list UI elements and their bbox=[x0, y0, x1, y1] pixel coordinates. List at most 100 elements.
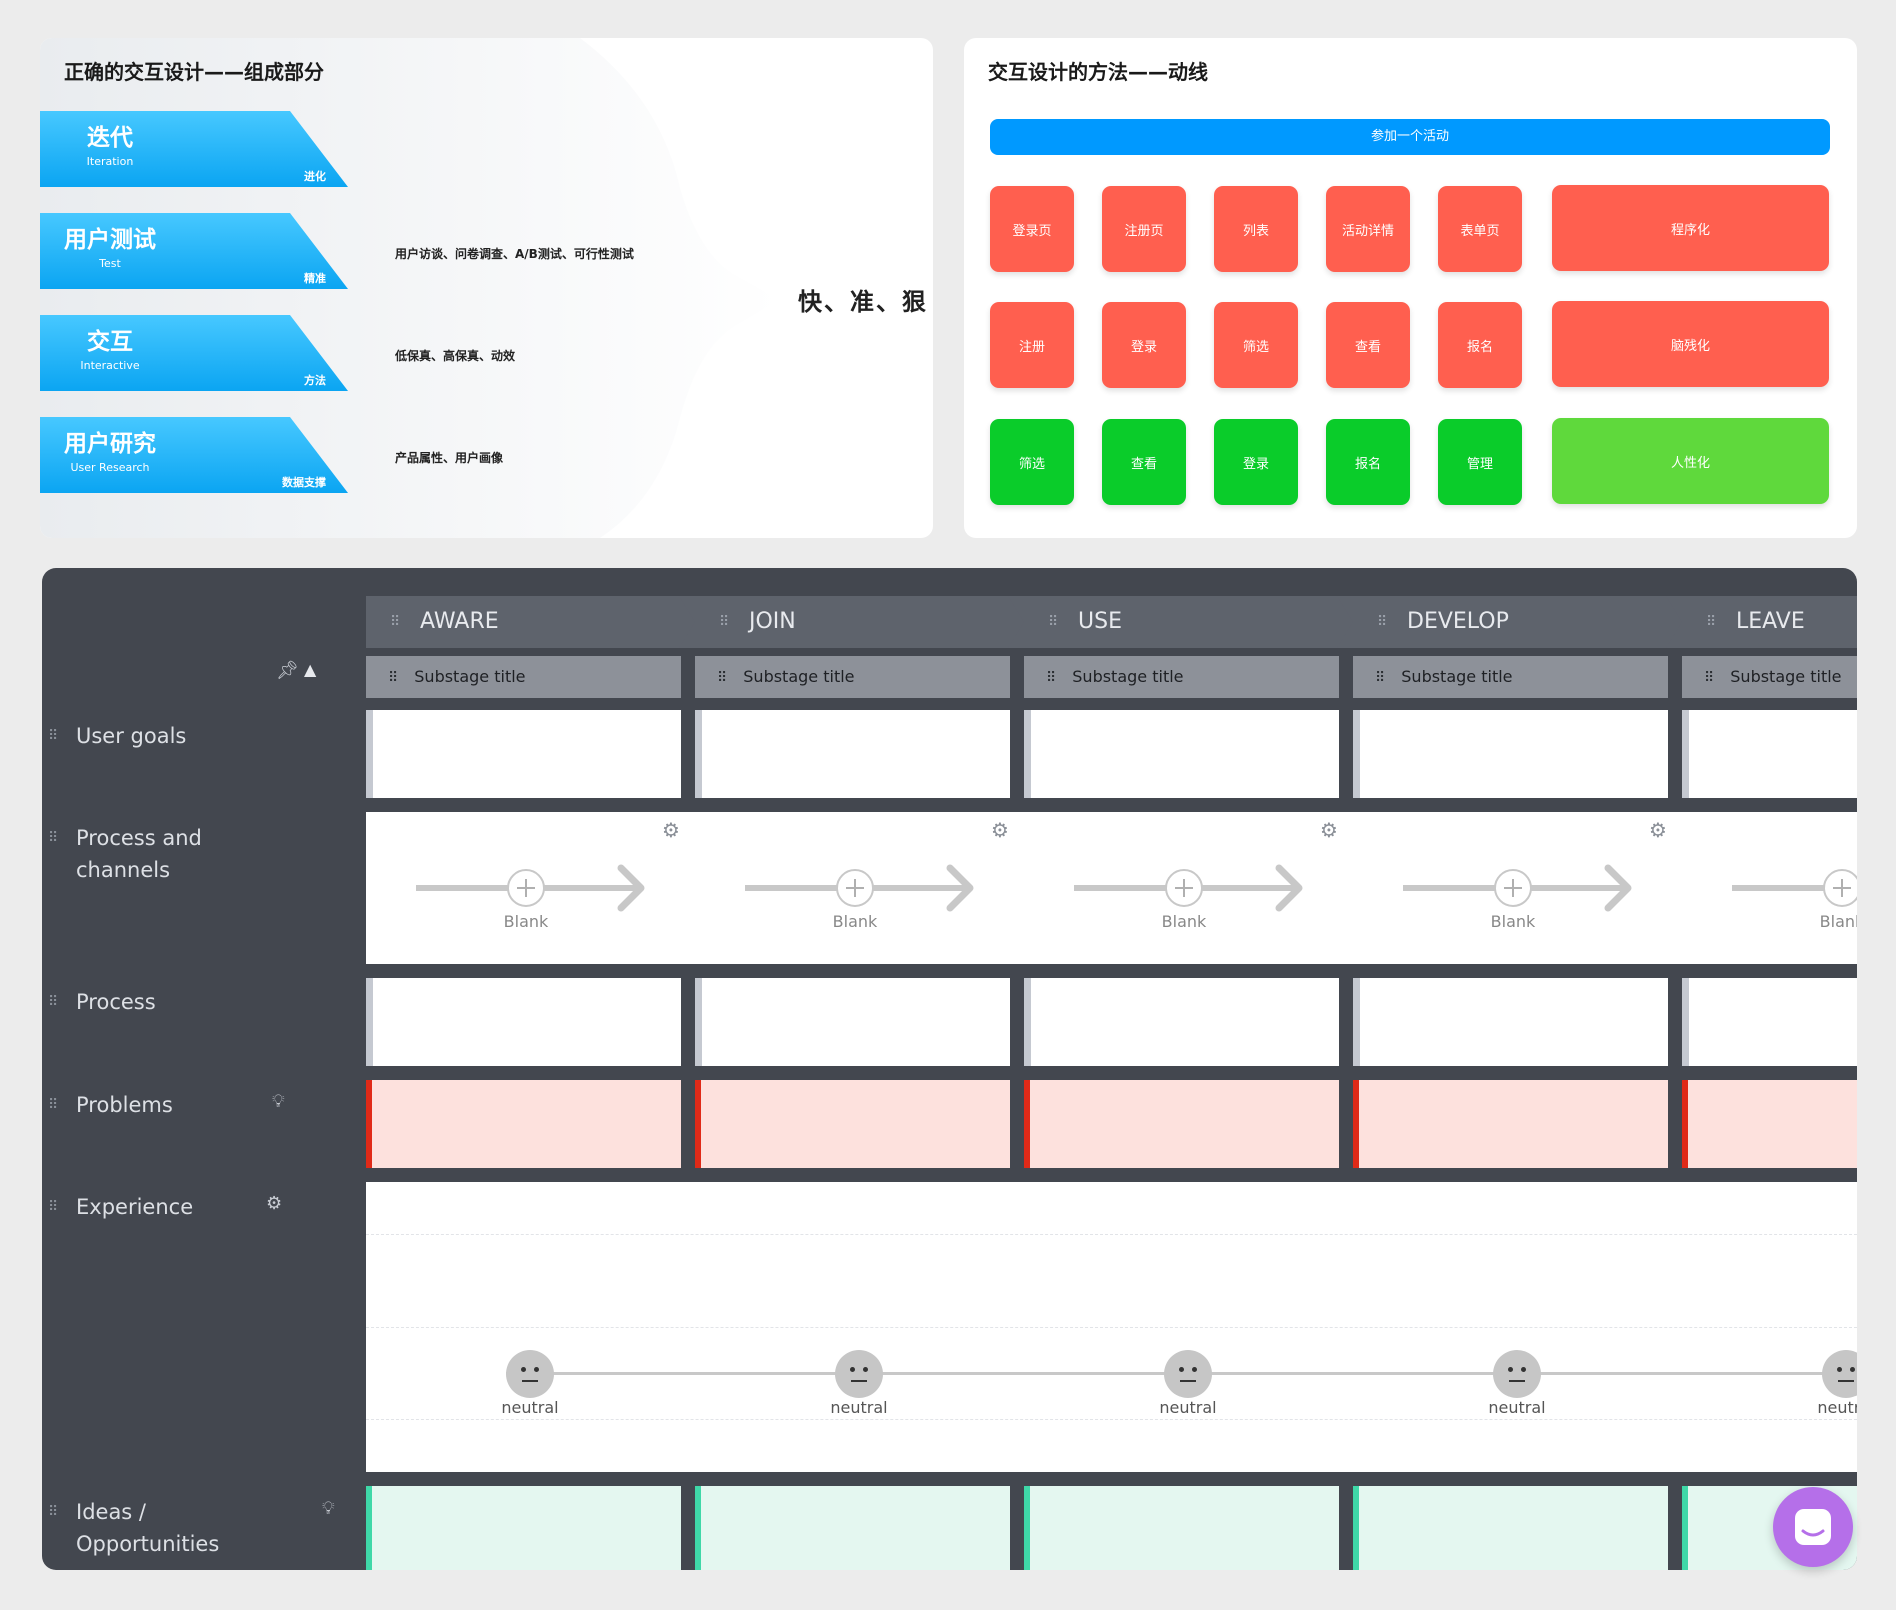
process-cell[interactable] bbox=[366, 978, 681, 1066]
drag-handle-icon[interactable]: ⠿ bbox=[48, 822, 58, 854]
user-goal-cell[interactable] bbox=[695, 710, 1010, 798]
problem-cell[interactable] bbox=[1353, 1080, 1668, 1168]
stage-header[interactable]: ⠿ DEVELOP bbox=[1353, 596, 1509, 648]
channel-arrow[interactable] bbox=[1074, 858, 1314, 918]
pin-icon[interactable]: 📌︎ bbox=[276, 660, 299, 681]
process-cell[interactable] bbox=[1682, 978, 1857, 1066]
drag-handle-icon[interactable]: ⠿ bbox=[48, 1089, 58, 1121]
process-cell[interactable] bbox=[1353, 978, 1668, 1066]
drag-handle-icon[interactable]: ⠿ bbox=[48, 1496, 58, 1528]
substage-header[interactable]: ⠿ Substage title bbox=[1353, 656, 1668, 698]
substage-header[interactable]: ⠿ Substage title bbox=[695, 656, 1010, 698]
idea-cell[interactable] bbox=[366, 1486, 681, 1570]
drag-handle-icon[interactable]: ⠿ bbox=[1704, 657, 1714, 699]
flow-step-tile[interactable]: 活动详情 bbox=[1326, 186, 1410, 272]
flow-step-tile[interactable]: 筛选 bbox=[1214, 302, 1298, 388]
flow-step-tile[interactable]: 注册 bbox=[990, 302, 1074, 388]
user-goal-cell[interactable] bbox=[1353, 710, 1668, 798]
neutral-face-icon[interactable] bbox=[1493, 1350, 1541, 1398]
substage-title: Substage title bbox=[743, 667, 855, 686]
substage-title: Substage title bbox=[1072, 667, 1184, 686]
problem-cell[interactable] bbox=[1024, 1080, 1339, 1168]
gear-icon[interactable]: ⚙ bbox=[991, 818, 1009, 842]
drag-handle-icon[interactable]: ⠿ bbox=[48, 986, 58, 1018]
drag-handle-icon[interactable]: ⠿ bbox=[1046, 657, 1056, 699]
process-cell[interactable] bbox=[695, 978, 1010, 1066]
flow-type-tile[interactable]: 脑残化 bbox=[1552, 301, 1829, 387]
channel-arrow[interactable] bbox=[745, 858, 985, 918]
stage-header[interactable]: ⠿ JOIN bbox=[695, 596, 796, 648]
flow-step-tile[interactable]: 注册页 bbox=[1102, 186, 1186, 272]
gear-icon[interactable]: ⚙ bbox=[1320, 818, 1338, 842]
channel-label: Blank bbox=[1819, 912, 1857, 931]
layer-description: 用户访谈、问卷调查、A/B测试、可行性测试 bbox=[395, 247, 634, 261]
drag-handle-icon[interactable]: ⠿ bbox=[1048, 596, 1060, 648]
substage-header[interactable]: ⠿ Substage title bbox=[1024, 656, 1339, 698]
row-label[interactable]: ⠿ User goals bbox=[48, 720, 276, 752]
drag-handle-icon[interactable]: ⠿ bbox=[390, 596, 402, 648]
stage-header[interactable]: ⠿ AWARE bbox=[366, 596, 499, 648]
row-label[interactable]: ⠿ Experience bbox=[48, 1191, 276, 1223]
drag-handle-icon[interactable]: ⠿ bbox=[719, 596, 731, 648]
lightbulb-icon[interactable]: 💡︎ bbox=[322, 1498, 335, 1519]
triangle-up-icon[interactable]: ▲ bbox=[304, 660, 316, 679]
lightbulb-icon[interactable]: 💡︎ bbox=[272, 1091, 285, 1112]
drag-handle-icon[interactable]: ⠿ bbox=[1375, 657, 1385, 699]
drag-handle-icon[interactable]: ⠿ bbox=[48, 1191, 58, 1223]
user-goal-cell[interactable] bbox=[1682, 710, 1857, 798]
flow-step-tile[interactable]: 登录 bbox=[1102, 302, 1186, 388]
substage-header[interactable]: ⠿ Substage title bbox=[366, 656, 681, 698]
process-cell[interactable] bbox=[1024, 978, 1339, 1066]
flow-step-tile[interactable]: 查看 bbox=[1102, 419, 1186, 505]
row-title: Process and channels bbox=[76, 826, 202, 882]
neutral-face-icon[interactable] bbox=[506, 1350, 554, 1398]
drag-handle-icon[interactable]: ⠿ bbox=[388, 657, 398, 699]
flow-type-tile[interactable]: 程序化 bbox=[1552, 185, 1829, 271]
activity-bar[interactable]: 参加一个活动 bbox=[990, 119, 1830, 155]
idea-cell[interactable] bbox=[1353, 1486, 1668, 1570]
flow-step-tile[interactable]: 报名 bbox=[1326, 419, 1410, 505]
flow-step-tile[interactable]: 管理 bbox=[1438, 419, 1522, 505]
flow-step-tile[interactable]: 表单页 bbox=[1438, 186, 1522, 272]
stage-title: LEAVE bbox=[1736, 609, 1805, 634]
funnel-layer: 用户研究 User Research 数据支撑 bbox=[40, 417, 350, 493]
flow-step-tile[interactable]: 筛选 bbox=[990, 419, 1074, 505]
drag-handle-icon[interactable]: ⠿ bbox=[1377, 596, 1389, 648]
user-goal-cell[interactable] bbox=[1024, 710, 1339, 798]
gear-icon[interactable]: ⚙ bbox=[266, 1193, 282, 1214]
idea-cell[interactable] bbox=[695, 1486, 1010, 1570]
flow-step-tile[interactable]: 列表 bbox=[1214, 186, 1298, 272]
channel-arrow[interactable] bbox=[1403, 858, 1643, 918]
problem-cell[interactable] bbox=[695, 1080, 1010, 1168]
stage-header[interactable]: ⠿ USE bbox=[1024, 596, 1122, 648]
drag-handle-icon[interactable]: ⠿ bbox=[1706, 596, 1718, 648]
flow-step-tile[interactable]: 报名 bbox=[1438, 302, 1522, 388]
problem-cell[interactable] bbox=[1682, 1080, 1857, 1168]
substage-header[interactable]: ⠿ Substage title bbox=[1682, 656, 1857, 698]
drag-handle-icon[interactable]: ⠿ bbox=[717, 657, 727, 699]
gear-icon[interactable]: ⚙ bbox=[662, 818, 680, 842]
flow-type-tile[interactable]: 人性化 bbox=[1552, 418, 1829, 504]
neutral-face-icon[interactable] bbox=[835, 1350, 883, 1398]
chat-icon[interactable] bbox=[1773, 1487, 1853, 1567]
row-title: Problems bbox=[76, 1093, 173, 1117]
gear-icon[interactable]: ⚙ bbox=[1649, 818, 1667, 842]
row-title: Ideas / Opportunities bbox=[76, 1500, 220, 1556]
idea-cell[interactable] bbox=[1024, 1486, 1339, 1570]
neutral-face-icon[interactable] bbox=[1164, 1350, 1212, 1398]
panel-title: 交互设计的方法——动线 bbox=[988, 60, 1208, 84]
drag-handle-icon[interactable]: ⠿ bbox=[48, 720, 58, 752]
user-goal-cell[interactable] bbox=[366, 710, 681, 798]
row-label[interactable]: ⠿ Ideas / Opportunities bbox=[48, 1496, 226, 1560]
experience-label: neutral bbox=[501, 1398, 559, 1417]
flow-step-tile[interactable]: 查看 bbox=[1326, 302, 1410, 388]
flow-step-tile[interactable]: 登录页 bbox=[990, 186, 1074, 272]
flow-step-tile[interactable]: 登录 bbox=[1214, 419, 1298, 505]
channel-arrow[interactable] bbox=[416, 858, 656, 918]
row-label[interactable]: ⠿ Problems bbox=[48, 1089, 276, 1121]
row-label[interactable]: ⠿ Process and channels bbox=[48, 822, 226, 886]
stage-header[interactable]: ⠿ LEAVE bbox=[1682, 596, 1805, 648]
row-label[interactable]: ⠿ Process bbox=[48, 986, 276, 1018]
channel-arrow[interactable] bbox=[1732, 858, 1857, 918]
problem-cell[interactable] bbox=[366, 1080, 681, 1168]
